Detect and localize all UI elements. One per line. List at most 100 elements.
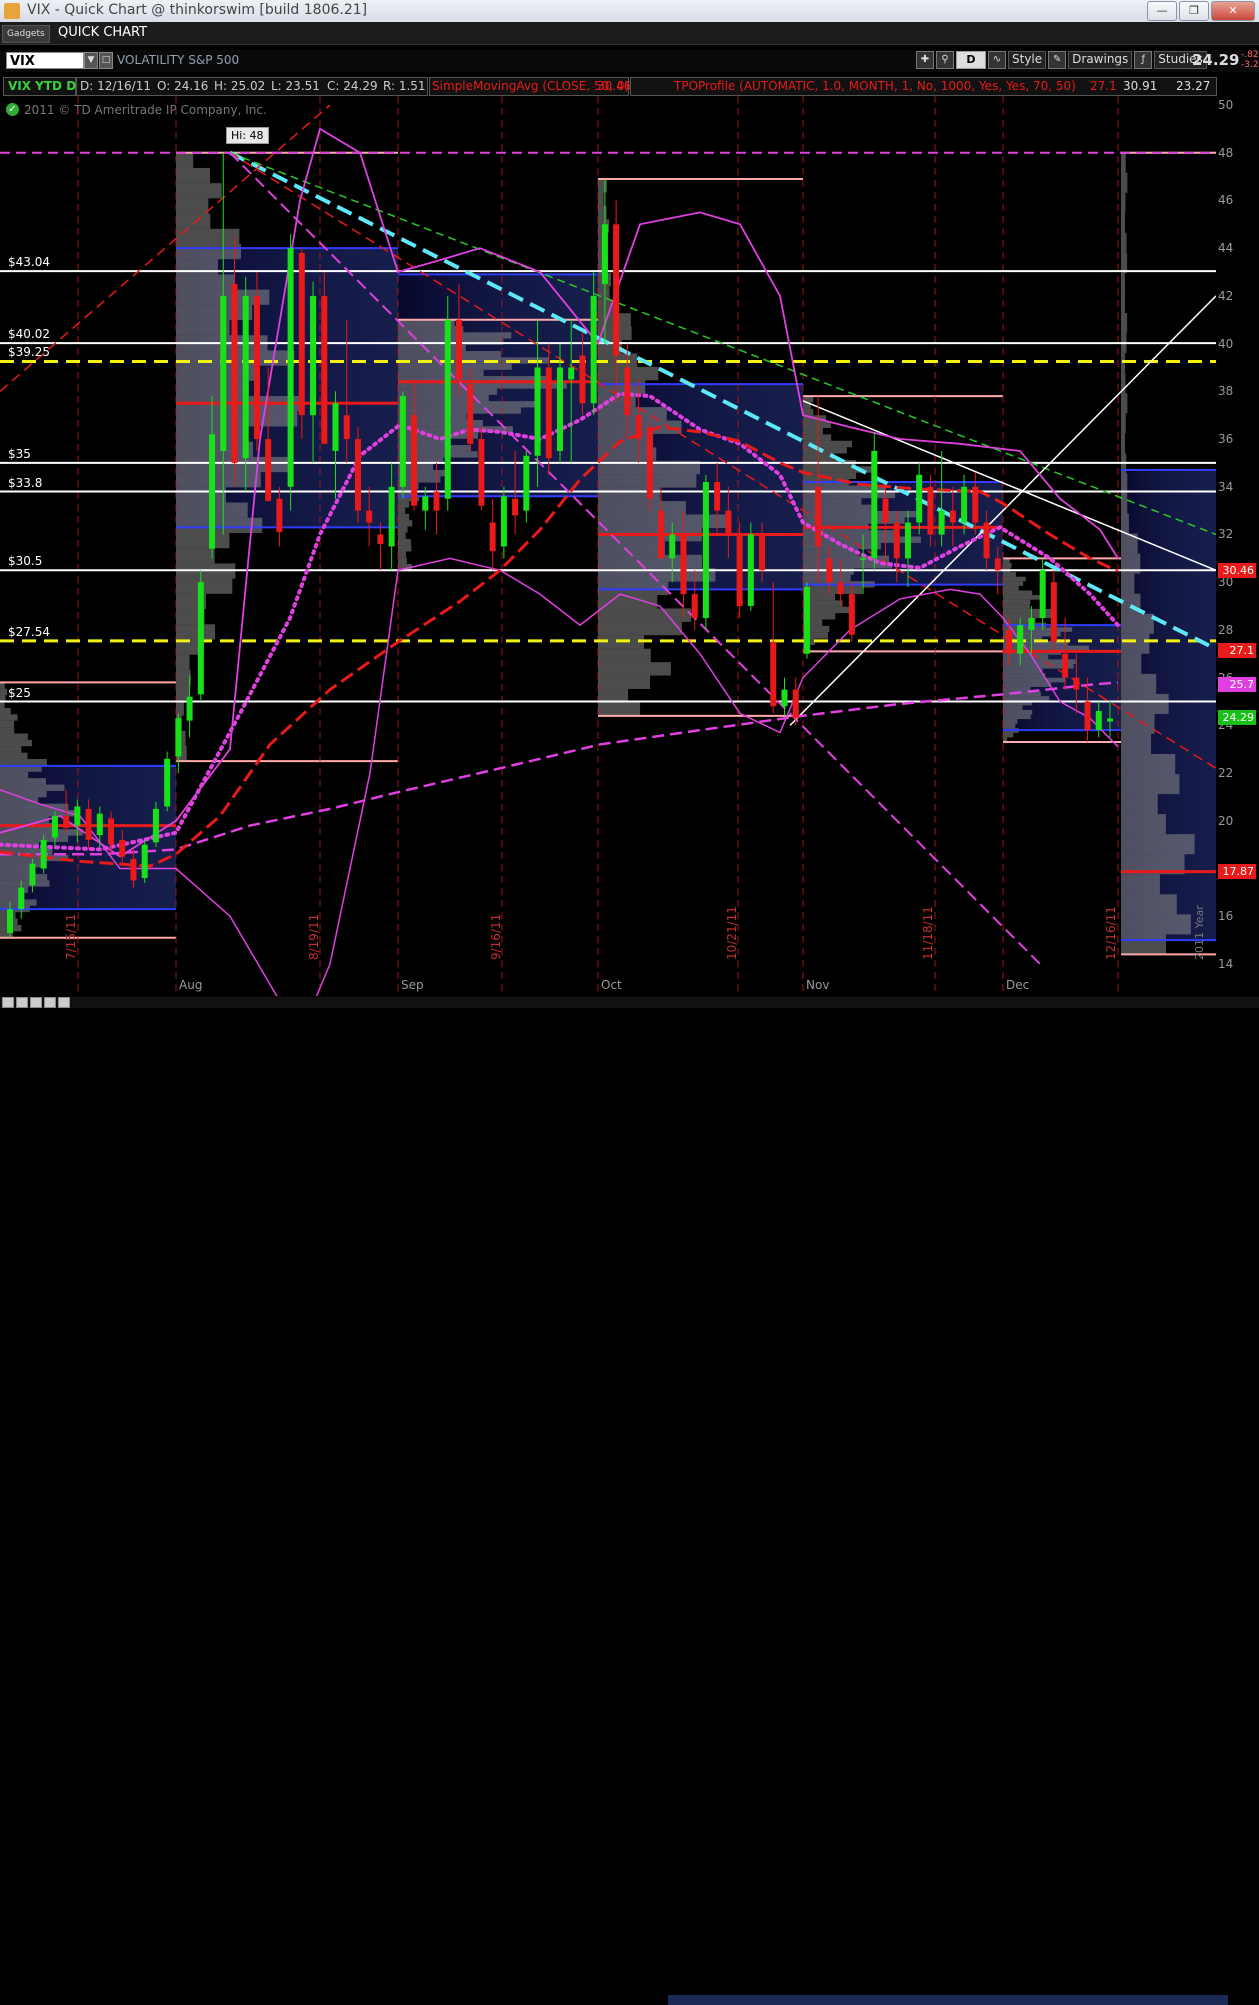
symbol-dropdown-icon[interactable]: ▼: [84, 52, 98, 69]
price-axis-label: 24.29: [1218, 710, 1256, 726]
tpo-histogram-bar: [1121, 613, 1154, 634]
candle-body: [321, 295, 328, 444]
candle-body: [444, 319, 451, 499]
tpo-histogram-bar: [1121, 653, 1142, 674]
tpo-histogram-bar: [803, 504, 872, 511]
chart-tools: ✚ ⚲ D ∿ Style ✎ Drawings ƒ Studies: [916, 51, 1207, 69]
candle-body: [815, 486, 822, 547]
minimize-icon[interactable]: —: [1147, 1, 1177, 21]
candle-body: [298, 252, 305, 416]
candle-body: [220, 295, 227, 451]
candle-body: [287, 248, 294, 487]
drawing-tool-icon[interactable]: [44, 997, 56, 1008]
settings-icon[interactable]: [58, 997, 70, 1008]
tpo-histogram-bar: [1003, 599, 1031, 605]
tpo-histogram-bar: [1121, 393, 1128, 414]
candle-body: [691, 594, 698, 618]
date-marker-label: 12/16/11: [1104, 906, 1118, 960]
tpo-histogram-bar: [598, 702, 641, 716]
candle-body: [803, 586, 810, 654]
candle-body: [63, 816, 70, 828]
candle-body: [658, 510, 665, 559]
style-button[interactable]: Style: [1008, 51, 1047, 69]
tpo-histogram-bar: [0, 778, 46, 785]
tpo-histogram-bar: [0, 739, 32, 747]
candle-body: [18, 887, 25, 910]
tpo-histogram-bar: [398, 369, 484, 377]
symbol-link-icon[interactable]: □: [99, 52, 113, 69]
time-axis-tick: Sep: [401, 978, 424, 992]
candle-body: [927, 486, 934, 535]
symbol-input[interactable]: VIX: [6, 52, 84, 69]
tpo-histogram-bar: [1121, 733, 1152, 754]
chart-scrollbar[interactable]: [668, 1995, 1228, 2005]
tpo-histogram-bar: [1003, 572, 1016, 577]
candle-body: [310, 295, 317, 416]
candle-body: [29, 863, 36, 886]
tpo-histogram-bar: [803, 428, 823, 435]
tpo-histogram-bar: [1003, 654, 1049, 660]
tpo-histogram-bar: [1121, 293, 1125, 314]
candle-body: [736, 534, 743, 607]
candle-body: [994, 558, 1001, 571]
tpo-histogram-bar: [176, 198, 209, 214]
candle-body: [747, 534, 754, 607]
bar-close: C: 24.29: [327, 79, 378, 93]
fit-icon[interactable]: [30, 997, 42, 1008]
candle-body: [119, 839, 126, 857]
tpo-histogram-bar: [1121, 212, 1125, 233]
close-icon[interactable]: ✕: [1211, 1, 1255, 21]
candle-body: [422, 496, 429, 511]
price-chart[interactable]: [0, 96, 1216, 996]
tpo-histogram-bar: [1003, 604, 1030, 609]
drawings-icon[interactable]: ✎: [1048, 51, 1067, 69]
candle-body: [40, 839, 47, 869]
candle-body: [837, 582, 844, 595]
price-axis-tick: 46: [1218, 193, 1234, 208]
bottom-bar: [0, 997, 1259, 2005]
studies-icon[interactable]: ƒ: [1134, 51, 1153, 69]
candle-body: [467, 384, 474, 444]
candle-body: [108, 818, 115, 845]
tpo-histogram-bar: [1003, 581, 1024, 586]
tpo-histogram-bar: [398, 545, 412, 552]
restore-icon[interactable]: ❐: [1179, 1, 1209, 21]
level-label: $33.8: [8, 475, 43, 490]
level-label: $43.04: [8, 255, 50, 270]
candle-body: [983, 522, 990, 559]
candle-body: [141, 844, 148, 879]
tpo-histogram-bar: [1121, 573, 1135, 594]
tpo-histogram-bar: [598, 608, 692, 622]
drawings-button[interactable]: Drawings: [1068, 51, 1133, 69]
candle-body: [1084, 701, 1091, 731]
sma-study-value: 30.46: [597, 79, 632, 93]
gadgets-button[interactable]: Gadgets: [2, 25, 50, 43]
tpo-histogram-bar: [398, 507, 406, 514]
candle-body: [904, 522, 911, 559]
bar-date: D: 12/16/11: [80, 79, 151, 93]
tpo-histogram-bar: [176, 380, 249, 397]
tpo-histogram-bar: [176, 183, 222, 199]
level-label: $40.02: [8, 327, 50, 342]
tpo-histogram-bar: [0, 720, 15, 728]
tpo-histogram-bar: [176, 274, 235, 290]
tpo-histogram-bar: [398, 413, 467, 420]
tpo-histogram-bar: [1121, 894, 1177, 915]
tpo-histogram-bar: [1121, 192, 1126, 213]
period-selector[interactable]: D: [956, 51, 986, 69]
tpo-histogram-bar: [803, 447, 847, 454]
tpo-histogram-bar: [598, 648, 651, 663]
crosshair-icon[interactable]: ✚: [916, 51, 934, 69]
tpo-study-label[interactable]: TPOProfile (AUTOMATIC, 1.0, MONTH, 1, No…: [674, 79, 1076, 93]
tpo-histogram-bar: [1121, 493, 1128, 514]
candle-body: [253, 295, 260, 440]
zoom-out-icon[interactable]: [16, 997, 28, 1008]
style-icon[interactable]: ∿: [988, 51, 1006, 69]
zoom-in-icon[interactable]: [2, 997, 14, 1008]
zoom-icon[interactable]: ⚲: [936, 51, 954, 69]
candle-body: [1073, 677, 1080, 690]
candle-body: [848, 594, 855, 635]
tpo-histogram-bar: [598, 178, 607, 193]
candle-body: [961, 486, 968, 523]
price-axis-label: 17.87: [1218, 863, 1256, 879]
